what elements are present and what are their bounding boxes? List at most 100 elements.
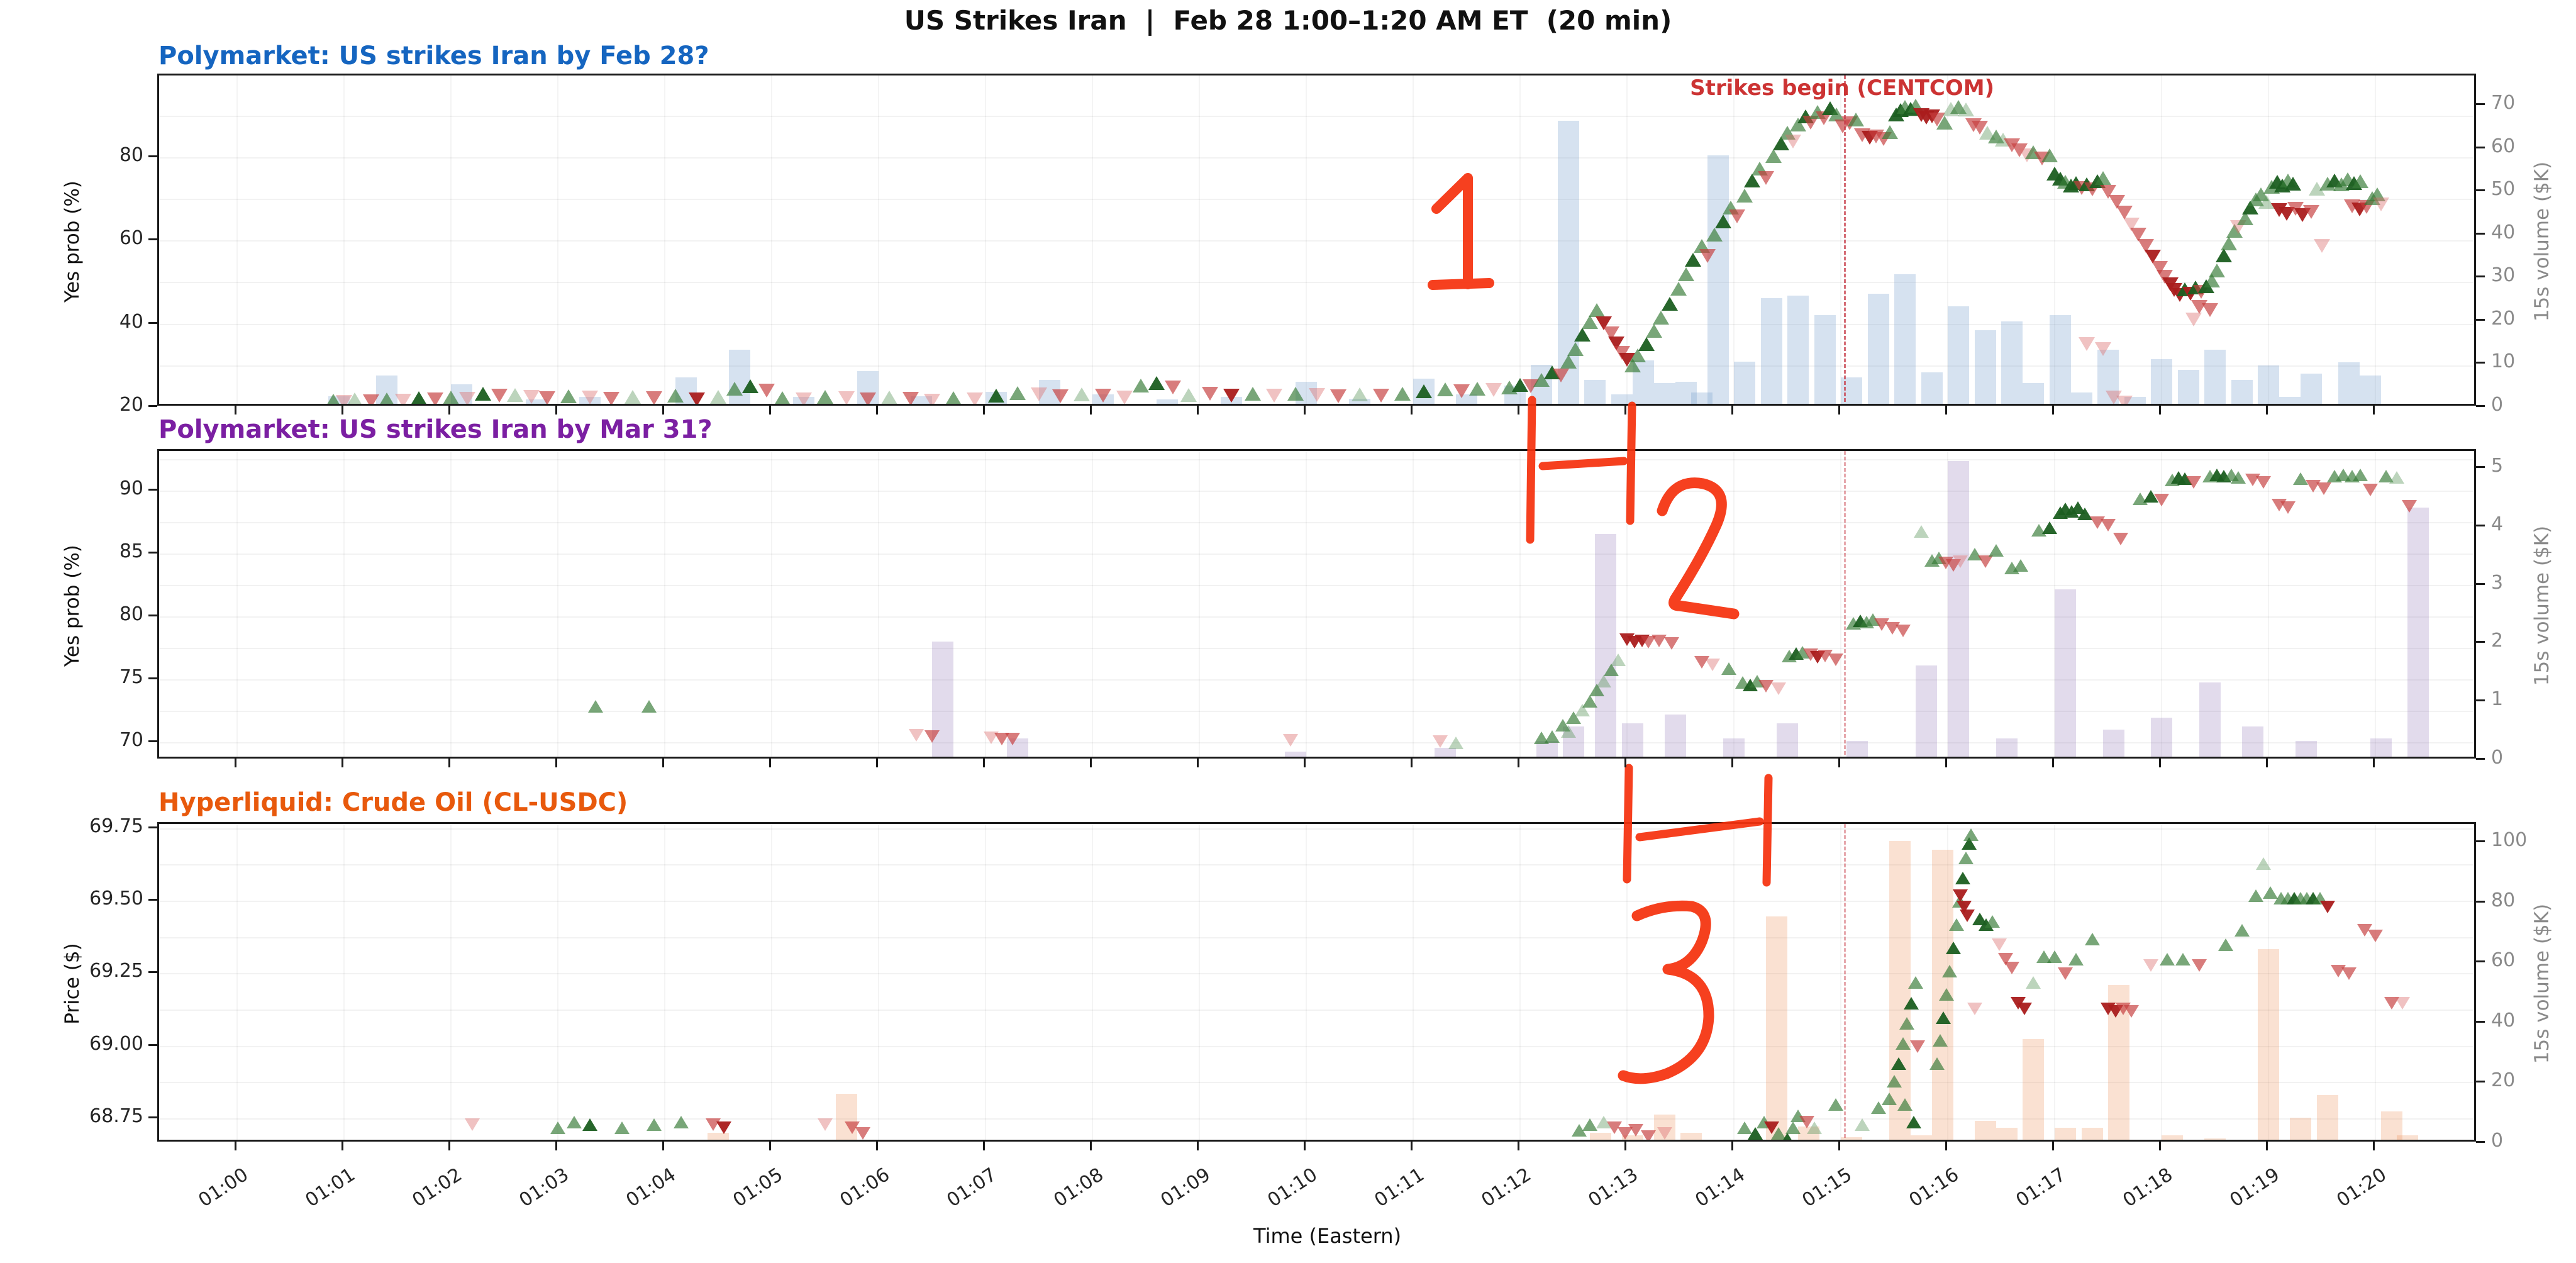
x-tick-mark	[662, 1142, 664, 1150]
trade-up-marker	[1009, 386, 1026, 400]
volume-bar	[2055, 1128, 2076, 1142]
trade-down-marker	[1992, 938, 2007, 951]
y-tick-mark	[148, 405, 157, 407]
gridline-vertical	[2161, 824, 2162, 1140]
x-tick-mark	[769, 406, 771, 415]
volume-bar	[1665, 715, 1686, 759]
volume-bar	[2071, 392, 2092, 406]
y-tick-label: 69.50	[49, 887, 143, 910]
strikes-begin-line	[1844, 451, 1846, 759]
x-tick-mark	[1624, 406, 1626, 415]
volume-bar	[1285, 752, 1306, 759]
gridline-vertical	[236, 824, 238, 1140]
trade-up-marker	[2209, 264, 2225, 277]
x-tick-mark	[1197, 759, 1199, 767]
y-tick-mark	[148, 1116, 157, 1118]
x-tick-label: 01:15	[1765, 1164, 1856, 1233]
trade-down-marker	[1978, 555, 1993, 568]
trade-up-marker	[1887, 1075, 1902, 1088]
trade-up-marker	[1899, 1017, 1914, 1030]
trade-up-marker	[1896, 1037, 1911, 1050]
volume-bar	[1680, 1133, 1702, 1142]
trade-down-marker	[1758, 171, 1774, 185]
trade-up-marker	[1780, 1133, 1795, 1142]
y2-tick-mark	[2476, 1021, 2485, 1023]
y-tick-label: 70	[49, 729, 143, 751]
trade-up-marker	[1560, 355, 1577, 369]
trade-up-marker	[2353, 469, 2368, 481]
strikes-begin-line	[1844, 75, 1846, 406]
gridline-vertical	[557, 75, 558, 404]
y-tick-label: 80	[49, 144, 143, 166]
trade-down-marker	[2256, 476, 2271, 489]
gridline-horizontal	[159, 648, 2474, 649]
x-tick-mark	[2373, 1142, 2375, 1150]
y2-tick-label: 0	[2491, 1130, 2576, 1152]
trade-up-marker	[1582, 1118, 1597, 1131]
trade-up-marker	[774, 391, 791, 405]
x-tick-label: 01:01	[268, 1164, 359, 1233]
trade-down-marker	[689, 392, 705, 406]
gridline-vertical	[2268, 75, 2269, 404]
x-tick-mark	[448, 759, 450, 767]
gridline-horizontal	[159, 711, 2474, 712]
gridline-vertical	[878, 75, 879, 404]
x-tick-mark	[1945, 759, 1947, 767]
gridline-vertical	[664, 75, 665, 404]
y2-tick-mark	[2476, 1081, 2485, 1082]
y2-tick-mark	[2476, 758, 2485, 760]
gridline-vertical	[1733, 75, 1735, 404]
trade-down-marker	[1116, 391, 1133, 404]
volume-bar	[2360, 376, 2381, 406]
y2-tick-mark	[2476, 233, 2485, 235]
x-tick-mark	[1838, 406, 1840, 415]
gridline-vertical	[343, 75, 345, 404]
trade-up-marker	[647, 1118, 662, 1131]
gridline-horizontal	[159, 491, 2474, 492]
volume-bar	[2023, 1039, 2044, 1142]
y2-tick-mark	[2476, 901, 2485, 903]
x-tick-mark	[555, 406, 557, 415]
gridline-vertical	[878, 824, 879, 1140]
x-tick-mark	[2159, 1142, 2161, 1150]
panel-hyperliquid-crudeoil	[157, 822, 2476, 1142]
x-tick-mark	[1304, 759, 1306, 767]
x-tick-mark	[769, 1142, 771, 1150]
trade-up-marker	[2256, 857, 2271, 870]
volume-bar	[2204, 350, 2226, 406]
trade-up-marker	[2047, 950, 2062, 963]
y-tick-mark	[148, 826, 157, 828]
x-tick-mark	[2159, 759, 2161, 767]
y-tick-mark	[148, 1044, 157, 1046]
trade-down-marker	[1373, 389, 1389, 403]
volume-bar	[2397, 1135, 2418, 1142]
x-tick-mark	[1304, 1142, 1306, 1150]
trade-down-marker	[838, 391, 855, 405]
trade-down-marker	[2185, 313, 2202, 326]
y-tick-label: 20	[49, 394, 143, 416]
x-tick-mark	[2373, 759, 2375, 767]
x-tick-label: 01:13	[1551, 1164, 1642, 1233]
x-tick-label: 01:10	[1230, 1164, 1321, 1233]
trade-up-marker	[1662, 297, 1678, 311]
trade-down-marker	[1330, 389, 1346, 403]
x-tick-mark	[555, 759, 557, 767]
trade-down-marker	[465, 1118, 480, 1131]
y-tick-label: 69.25	[49, 960, 143, 982]
trade-down-marker	[1202, 387, 1218, 401]
trade-down-marker	[2314, 239, 2330, 253]
trade-up-marker	[817, 390, 833, 404]
y2-tick-label: 40	[2491, 221, 2576, 243]
trade-up-marker	[2095, 171, 2111, 185]
y-tick-label: 60	[49, 227, 143, 249]
trade-up-marker	[1638, 337, 1655, 351]
x-tick-mark	[341, 1142, 343, 1150]
x-tick-mark	[1838, 1142, 1840, 1150]
x-tick-mark	[1411, 406, 1413, 415]
volume-bar	[2296, 741, 2317, 759]
main-title: US Strikes Iran | Feb 28 1:00–1:20 AM ET…	[0, 5, 2576, 36]
panel-polymarket-mar31	[157, 449, 2476, 759]
x-tick-mark	[1624, 759, 1626, 767]
trade-down-marker	[2395, 997, 2410, 1010]
trade-down-marker	[1657, 1127, 1672, 1140]
